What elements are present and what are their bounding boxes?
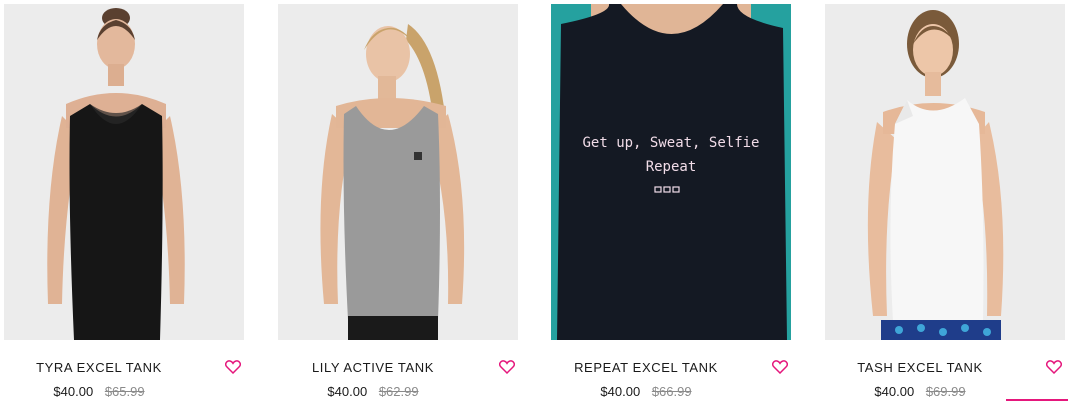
sale-price: $40.00: [327, 384, 368, 399]
product-card: LILY ACTIVE TANK $40.00 $62.99: [278, 4, 518, 402]
product-name[interactable]: LILY ACTIVE TANK: [278, 360, 468, 375]
model-photo-tyra: [4, 4, 244, 340]
product-image[interactable]: [825, 4, 1065, 340]
product-card: Get up, Sweat, Selfie Repeat REPEAT EXCE…: [551, 4, 791, 402]
original-price: $66.99: [651, 384, 692, 399]
product-image[interactable]: Get up, Sweat, Selfie Repeat: [551, 4, 791, 340]
shirt-print-line2: Repeat: [646, 159, 697, 175]
heart-outline-icon[interactable]: [772, 360, 788, 374]
price-group: $40.00 $65.99: [4, 384, 194, 399]
price-group: $40.00 $66.99: [551, 384, 741, 399]
heart-outline-icon[interactable]: [225, 360, 241, 374]
product-name[interactable]: TASH EXCEL TANK: [825, 360, 1015, 375]
model-photo-repeat: Get up, Sweat, Selfie Repeat: [551, 4, 791, 340]
sale-price: $40.00: [600, 384, 641, 399]
product-image[interactable]: [278, 4, 518, 340]
sale-price: $40.00: [53, 384, 94, 399]
product-card: TASH EXCEL TANK $40.00 $69.99: [825, 4, 1065, 402]
price-group: $40.00 $69.99: [825, 384, 1015, 399]
heart-outline-icon[interactable]: [1046, 360, 1062, 374]
original-price: $62.99: [378, 384, 419, 399]
price-group: $40.00 $62.99: [278, 384, 468, 399]
original-price: $65.99: [104, 384, 145, 399]
product-name[interactable]: REPEAT EXCEL TANK: [551, 360, 741, 375]
model-photo-lily: [278, 4, 518, 340]
shirt-print-line1: Get up, Sweat, Selfie: [582, 135, 759, 151]
product-grid: TYRA EXCEL TANK $40.00 $65.99 LILY ACTIV…: [0, 0, 1068, 402]
original-price: $69.99: [925, 384, 966, 399]
product-image[interactable]: [4, 4, 244, 340]
accent-underline: [1006, 399, 1068, 401]
sale-price: $40.00: [874, 384, 915, 399]
product-card: TYRA EXCEL TANK $40.00 $65.99: [4, 4, 244, 402]
model-photo-tash: [825, 4, 1065, 340]
heart-outline-icon[interactable]: [499, 360, 515, 374]
product-name[interactable]: TYRA EXCEL TANK: [4, 360, 194, 375]
